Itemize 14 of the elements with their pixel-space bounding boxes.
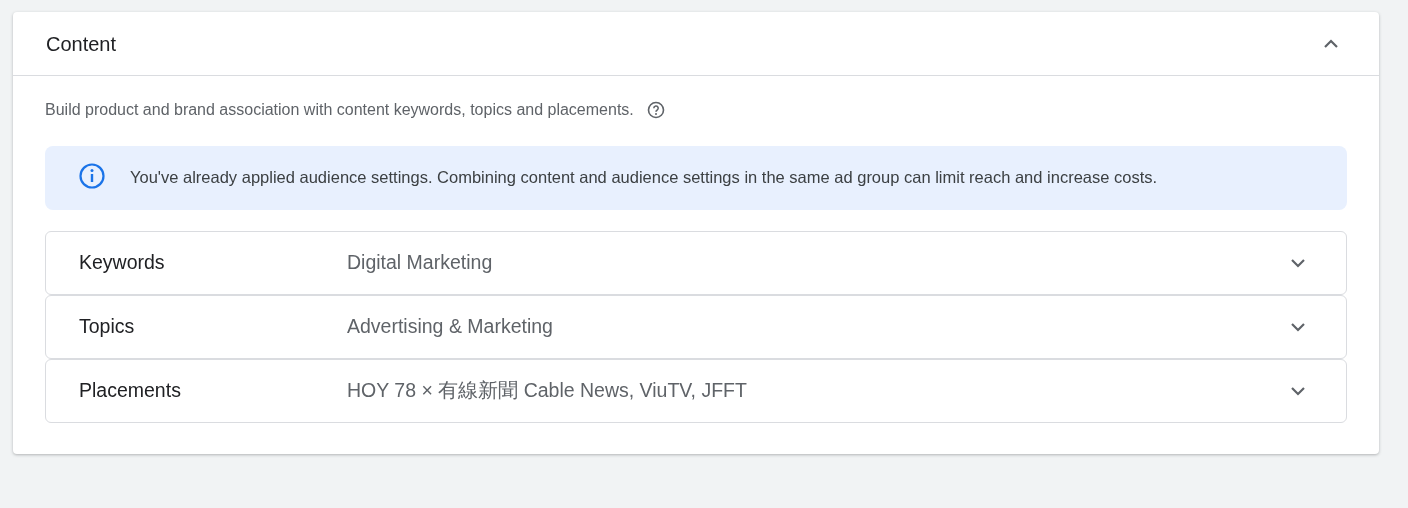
section-label: Placements xyxy=(79,378,182,404)
section-value: Digital Marketing xyxy=(347,250,494,276)
section-row[interactable]: Keywords Digital Marketing xyxy=(45,231,1347,295)
section-value: Advertising & Marketing xyxy=(347,314,554,340)
info-icon xyxy=(78,162,106,190)
notice-text: You've already applied audience settings. Combining content and audience settings in the same ad group can limit reach and increase costs. xyxy=(130,167,1158,188)
panel-title: Content xyxy=(46,31,117,57)
section-row[interactable]: Topics Advertising & Marketing xyxy=(45,295,1347,359)
help-icon[interactable] xyxy=(645,100,666,120)
section-value: HOY 78 × 有線新聞 Cable News, ViuTV, JFFT xyxy=(347,378,748,404)
section-label: Keywords xyxy=(79,250,166,276)
section-label: Topics xyxy=(79,314,136,340)
section-row[interactable]: Placements HOY 78 × 有線新聞 Cable News, ViuTV, JFFT xyxy=(45,359,1347,423)
description: Build product and brand association with content keywords, topics and placements. xyxy=(45,100,634,120)
